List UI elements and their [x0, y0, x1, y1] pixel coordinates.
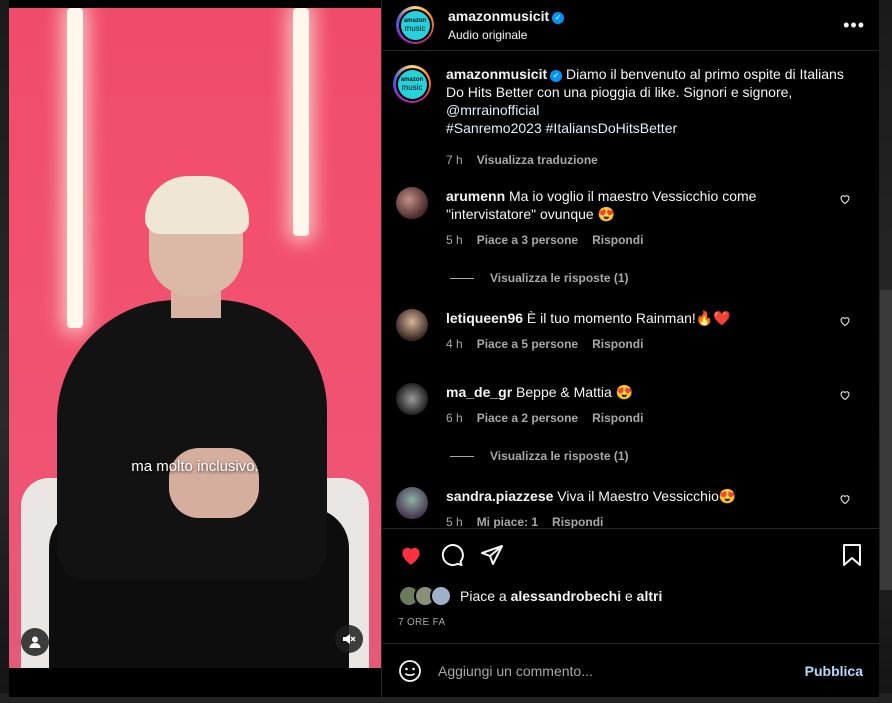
- comment-time: 5 h: [446, 515, 463, 528]
- comment-likes[interactable]: Mi piace: 1: [477, 513, 538, 528]
- neon-light-right: [293, 8, 309, 236]
- comment-item: sandra.piazzese Viva il Maestro Vessicch…: [396, 487, 865, 528]
- commenter-avatar[interactable]: [396, 309, 428, 341]
- post-timestamp: 7 ORE FA: [398, 617, 446, 628]
- commenter-avatar[interactable]: [396, 487, 428, 519]
- author-avatar[interactable]: amazon music: [396, 6, 434, 44]
- caption-hashtag-italians[interactable]: #ItaliansDoHitsBetter: [546, 120, 678, 136]
- commenter-username[interactable]: sandra.piazzese: [446, 488, 553, 504]
- comment-time: 6 h: [446, 411, 463, 425]
- commenter-username[interactable]: ma_de_gr: [446, 384, 512, 400]
- post-modal: ma molto inclusivo. amazon music amazonmu…: [9, 0, 879, 697]
- like-comment-heart-icon[interactable]: [839, 389, 851, 401]
- commenter-username[interactable]: arumenn: [446, 188, 505, 204]
- commenter-avatar[interactable]: [396, 187, 428, 219]
- view-replies-button[interactable]: Visualizza le risposte (1): [450, 449, 865, 463]
- caption-username[interactable]: amazonmusicit: [446, 66, 547, 82]
- comment-item: ma_de_gr Beppe & Mattia 😍 6 h Piace a 2 …: [396, 383, 865, 427]
- person-hair: [145, 176, 249, 234]
- post-caption: amazon music amazonmusicit ✓ Diamo il benv…: [393, 65, 865, 169]
- share-paper-plane-icon[interactable]: [480, 543, 504, 567]
- comment-item: arumenn Ma io voglio il maestro Vessicch…: [396, 187, 865, 249]
- user-icon: [29, 636, 41, 648]
- liked-heart-icon[interactable]: [398, 542, 424, 568]
- reply-button[interactable]: Rispondi: [592, 231, 643, 249]
- author-username[interactable]: amazonmusicit: [448, 8, 549, 24]
- commenter-avatar[interactable]: [396, 383, 428, 415]
- see-translation-link[interactable]: Visualizza traduzione: [477, 151, 598, 169]
- tagged-users-button[interactable]: [21, 628, 49, 656]
- view-replies-button[interactable]: Visualizza le risposte (1): [450, 271, 865, 285]
- volume-off-icon: [343, 634, 356, 644]
- post-header: amazon music amazonmusicit ✓ Audio origina…: [382, 0, 879, 51]
- comment-text: Viva il Maestro Vessicchio😍: [557, 488, 737, 504]
- comments-list: amazon music amazonmusicit ✓ Diamo il benv…: [382, 51, 879, 528]
- like-comment-heart-icon[interactable]: [839, 493, 851, 505]
- audio-label[interactable]: Audio originale: [448, 28, 564, 42]
- emoji-icon[interactable]: [398, 659, 422, 683]
- reply-button[interactable]: Rispondi: [592, 409, 643, 427]
- reply-button[interactable]: Rispondi: [592, 335, 643, 353]
- comment-item: letiqueen96 È il tuo momento Rainman!🔥❤️…: [396, 309, 865, 353]
- add-comment-bar: Aggiungi un commento... Pubblica: [382, 643, 879, 697]
- post-side-panel: amazon music amazonmusicit ✓ Audio origina…: [381, 0, 879, 697]
- neon-light-left: [67, 8, 83, 328]
- likers-others-link[interactable]: altri: [637, 588, 663, 604]
- more-options-icon[interactable]: •••: [843, 15, 865, 36]
- caption-time: 7 h: [446, 153, 463, 167]
- save-bookmark-icon[interactable]: [841, 543, 863, 567]
- verified-badge-icon: ✓: [550, 70, 563, 82]
- comment-likes[interactable]: Piace a 2 persone: [477, 409, 578, 427]
- liker-username[interactable]: alessandrobechi: [511, 588, 622, 604]
- post-actions: Piace a alessandrobechi e altri 7 ORE FA: [382, 528, 879, 643]
- video-frame: ma molto inclusivo.: [9, 8, 381, 668]
- verified-badge-icon: ✓: [552, 12, 565, 24]
- caption-hashtag-sanremo[interactable]: #Sanremo2023: [446, 120, 542, 136]
- publish-button[interactable]: Pubblica: [805, 663, 863, 679]
- like-comment-heart-icon[interactable]: [839, 315, 851, 327]
- comment-time: 5 h: [446, 233, 463, 247]
- comment-likes[interactable]: Piace a 3 persone: [477, 231, 578, 249]
- comment-likes[interactable]: Piace a 5 persone: [477, 335, 578, 353]
- caption-author-avatar[interactable]: amazon music: [393, 65, 431, 103]
- mute-button[interactable]: [335, 625, 363, 653]
- likes-summary[interactable]: Piace a alessandrobechi e altri: [398, 585, 863, 607]
- person-torso: [57, 300, 327, 580]
- amazon-music-logo: amazon music: [400, 10, 430, 40]
- comment-time: 4 h: [446, 337, 463, 351]
- liker-avatars: [398, 585, 452, 607]
- comment-text: Beppe & Mattia 😍: [516, 384, 634, 400]
- comment-bubble-icon[interactable]: [440, 543, 464, 567]
- background-grid-edge: [880, 290, 892, 590]
- caption-mention[interactable]: @mrrainofficial: [446, 102, 539, 118]
- comment-input[interactable]: Aggiungi un commento...: [438, 663, 805, 679]
- video-subtitle: ma molto inclusivo.: [131, 458, 259, 475]
- reel-video[interactable]: ma molto inclusivo.: [9, 0, 381, 697]
- commenter-username[interactable]: letiqueen96: [446, 310, 523, 326]
- comment-text: È il tuo momento Rainman!🔥❤️: [526, 310, 731, 326]
- like-comment-heart-icon[interactable]: [839, 193, 851, 205]
- reply-button[interactable]: Rispondi: [552, 513, 603, 528]
